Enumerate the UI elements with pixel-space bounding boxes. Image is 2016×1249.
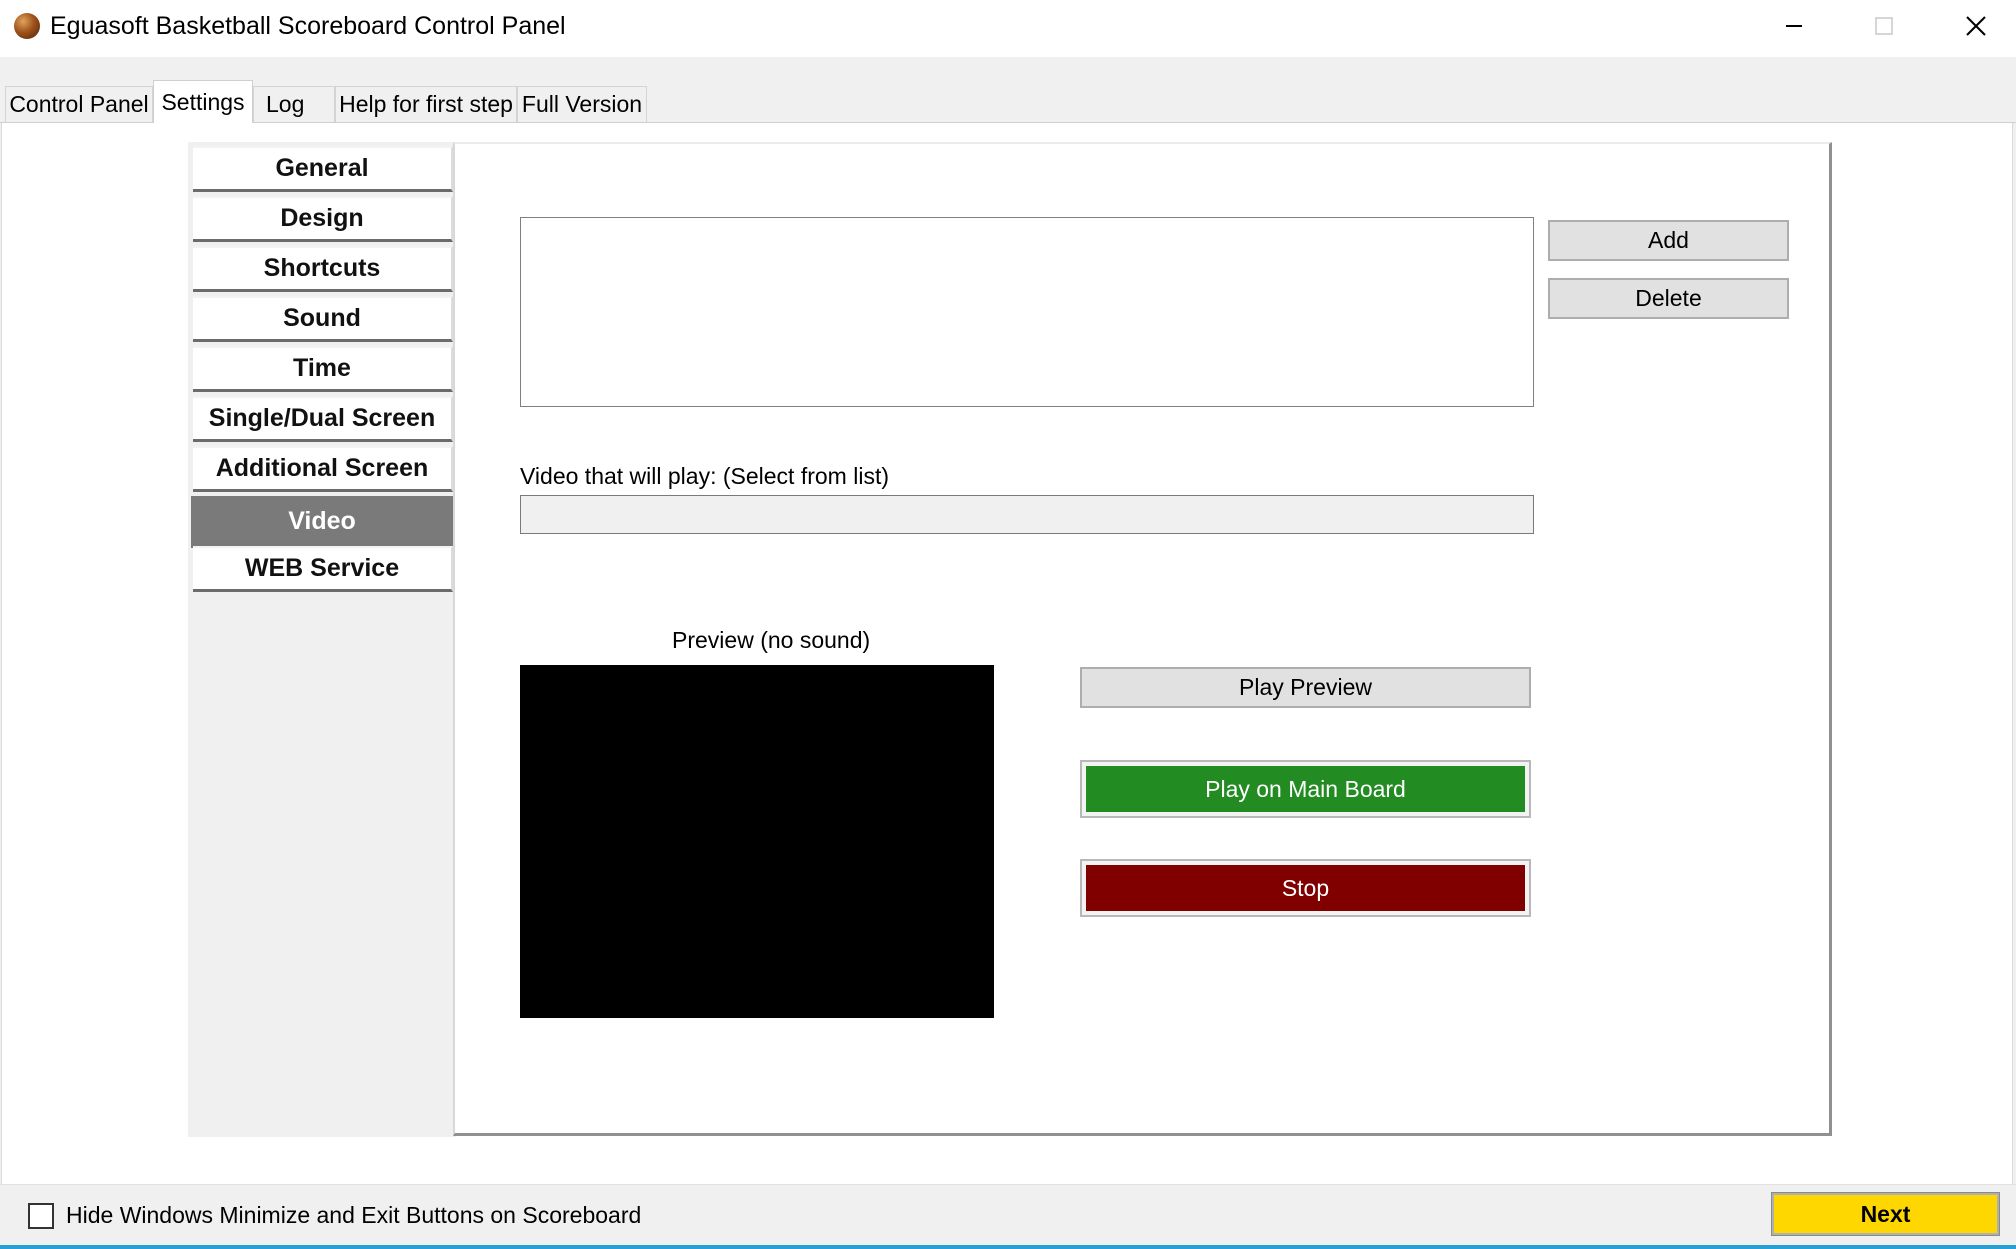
close-button[interactable]: [1931, 0, 2016, 52]
nav-item-general[interactable]: General: [193, 146, 453, 192]
minimize-icon: [1786, 25, 1802, 27]
nav-item-video[interactable]: Video: [191, 496, 455, 548]
delete-video-button[interactable]: Delete: [1548, 278, 1789, 319]
nav-item-time[interactable]: Time: [193, 346, 453, 392]
minimize-button[interactable]: [1749, 0, 1839, 52]
maximize-button[interactable]: [1839, 0, 1929, 52]
nav-item-additional-screen[interactable]: Additional Screen: [193, 446, 453, 492]
nav-item-design[interactable]: Design: [193, 196, 453, 242]
preview-label: Preview (no sound): [672, 627, 871, 653]
video-preview-screen: [520, 665, 994, 1018]
basketball-icon: [14, 13, 40, 39]
maximize-icon: [1875, 17, 1893, 35]
play-preview-button[interactable]: Play Preview: [1080, 667, 1531, 708]
tab-settings[interactable]: Settings: [153, 80, 253, 123]
play-on-main-board-button[interactable]: Play on Main Board: [1080, 760, 1531, 818]
tab-control-panel[interactable]: Control Panel: [5, 86, 153, 122]
hide-buttons-checkbox[interactable]: [28, 1203, 54, 1229]
tab-help-first-step[interactable]: Help for first step: [335, 86, 517, 122]
close-icon: [1966, 16, 1986, 36]
window-title: Eguasoft Basketball Scoreboard Control P…: [50, 12, 566, 40]
stop-button[interactable]: Stop: [1080, 859, 1531, 917]
next-button[interactable]: Next: [1771, 1192, 2000, 1236]
add-video-button[interactable]: Add: [1548, 220, 1789, 261]
nav-item-web-service[interactable]: WEB Service: [193, 546, 453, 592]
tab-log[interactable]: Log: [253, 86, 335, 122]
video-list[interactable]: [520, 217, 1534, 407]
selected-video-label: Video that will play: (Select from list): [520, 463, 889, 489]
stop-label: Stop: [1086, 865, 1525, 911]
tab-full-version[interactable]: Full Version: [517, 86, 647, 122]
play-on-main-board-label: Play on Main Board: [1086, 766, 1525, 812]
window-bottom-border: [0, 1245, 2016, 1249]
nav-item-sound[interactable]: Sound: [193, 296, 453, 342]
selected-video-field: [520, 495, 1534, 534]
nav-item-single-dual-screen[interactable]: Single/Dual Screen: [193, 396, 453, 442]
nav-item-shortcuts[interactable]: Shortcuts: [193, 246, 453, 292]
hide-buttons-label[interactable]: Hide Windows Minimize and Exit Buttons o…: [66, 1202, 641, 1229]
